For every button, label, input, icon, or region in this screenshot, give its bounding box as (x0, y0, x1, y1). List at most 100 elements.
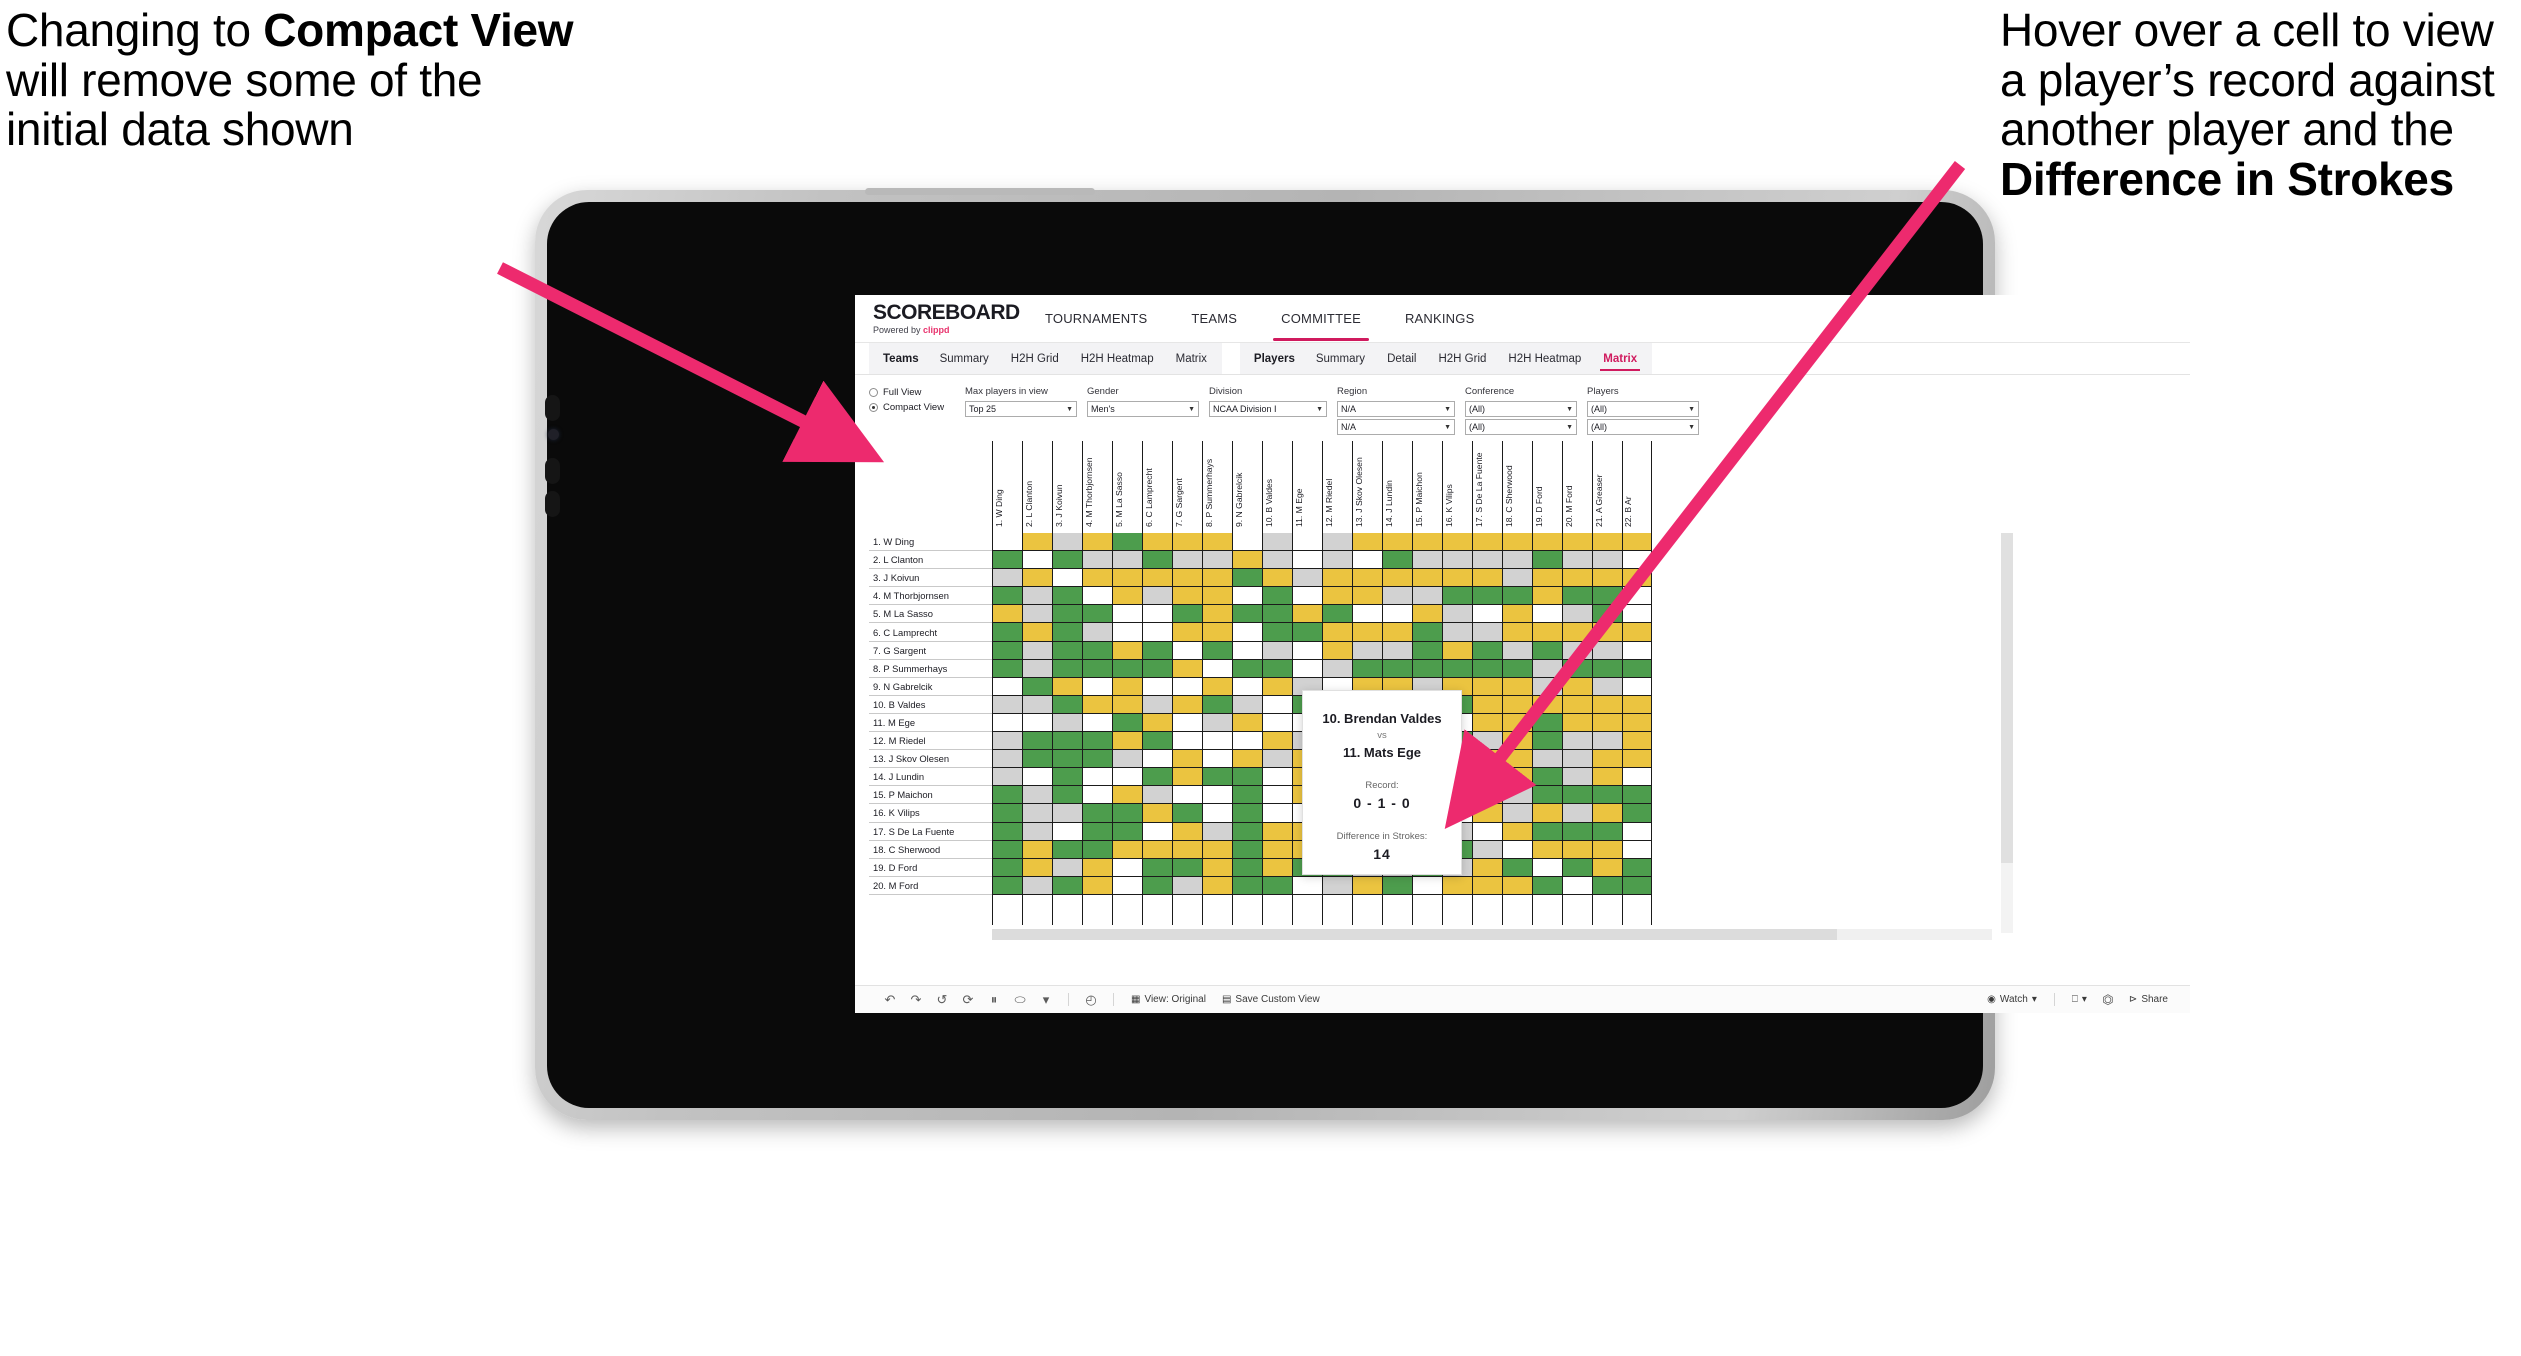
matrix-cell[interactable] (1622, 695, 1652, 714)
matrix-cell[interactable] (1532, 822, 1562, 841)
matrix-cell[interactable] (1022, 587, 1052, 606)
matrix-cell[interactable] (1292, 659, 1322, 678)
matrix-cell[interactable] (1232, 804, 1262, 823)
matrix-cell[interactable] (1472, 569, 1502, 588)
matrix-cell[interactable] (1172, 840, 1202, 859)
matrix-cell[interactable] (1172, 623, 1202, 642)
matrix-cell[interactable] (1022, 605, 1052, 624)
matrix-row-label[interactable]: 8. P Summerhays (869, 659, 992, 678)
matrix-cell[interactable] (1202, 659, 1232, 678)
matrix-cell[interactable] (1112, 804, 1142, 823)
matrix-cell[interactable] (1382, 876, 1412, 895)
matrix-cell[interactable] (1232, 605, 1262, 624)
matrix-cell[interactable] (1562, 569, 1592, 588)
matrix-cell[interactable] (992, 623, 1022, 642)
watch-button[interactable]: ◉ Watch ▾ (1979, 994, 2045, 1005)
matrix-cell[interactable] (1232, 732, 1262, 751)
matrix-cell[interactable] (1562, 551, 1592, 570)
matrix-cell[interactable] (1142, 804, 1172, 823)
matrix-horizontal-scrollbar[interactable] (992, 928, 1992, 940)
matrix-cell[interactable] (1262, 623, 1292, 642)
matrix-cell[interactable] (992, 551, 1022, 570)
matrix-cell[interactable] (1592, 641, 1622, 660)
matrix-cell[interactable] (1262, 822, 1292, 841)
matrix-cell[interactable] (1142, 551, 1172, 570)
matrix-cell[interactable] (1022, 551, 1052, 570)
filter-select[interactable]: (All) ▼ (1587, 401, 1699, 417)
matrix-cell[interactable] (1022, 768, 1052, 787)
matrix-cell[interactable] (1442, 605, 1472, 624)
matrix-cell[interactable] (1562, 659, 1592, 678)
matrix-cell[interactable] (1232, 858, 1262, 877)
matrix-cell[interactable] (1172, 804, 1202, 823)
matrix-cell[interactable] (1232, 822, 1262, 841)
matrix-cell[interactable] (992, 605, 1022, 624)
matrix-cell[interactable] (1352, 659, 1382, 678)
matrix-cell[interactable] (1172, 876, 1202, 895)
matrix-cell[interactable] (1202, 786, 1232, 805)
matrix-cell[interactable] (992, 786, 1022, 805)
matrix-cell[interactable] (1472, 605, 1502, 624)
matrix-cell[interactable] (1622, 605, 1652, 624)
matrix-cell[interactable] (1532, 695, 1562, 714)
matrix-cell[interactable] (1622, 551, 1652, 570)
matrix-cell[interactable] (1172, 822, 1202, 841)
matrix-cell[interactable] (1052, 533, 1082, 552)
matrix-col-header[interactable]: 3. J Koivun (1052, 441, 1082, 533)
matrix-cell[interactable] (1142, 858, 1172, 877)
matrix-cell[interactable] (1502, 858, 1532, 877)
matrix-cell[interactable] (1502, 569, 1532, 588)
matrix-cell[interactable] (1412, 569, 1442, 588)
matrix-cell[interactable] (992, 768, 1022, 787)
matrix-cell[interactable] (1202, 623, 1232, 642)
matrix-cell[interactable] (1082, 840, 1112, 859)
matrix-col-header[interactable]: 12. M Riedel (1322, 441, 1352, 533)
matrix-cell[interactable] (1172, 858, 1202, 877)
players-tab-h2h-heatmap[interactable]: H2H Heatmap (1497, 343, 1592, 375)
matrix-cell[interactable] (1082, 569, 1112, 588)
matrix-cell[interactable] (1232, 768, 1262, 787)
matrix-cell[interactable] (1352, 551, 1382, 570)
matrix-cell[interactable] (1532, 641, 1562, 660)
matrix-cell[interactable] (1562, 822, 1592, 841)
matrix-cell[interactable] (1202, 713, 1232, 733)
radio-compact-view[interactable]: Compact View (869, 402, 965, 413)
matrix-cell[interactable] (1292, 569, 1322, 588)
matrix-cell[interactable] (992, 713, 1022, 733)
teams-tab-matrix[interactable]: Matrix (1165, 343, 1218, 375)
matrix-cell[interactable] (1412, 533, 1442, 552)
matrix-cell[interactable] (1412, 876, 1442, 895)
matrix-cell[interactable] (1172, 677, 1202, 696)
matrix-col-header[interactable]: 14. J Lundin (1382, 441, 1412, 533)
matrix-cell[interactable] (1622, 876, 1652, 895)
matrix-cell[interactable] (1052, 659, 1082, 678)
matrix-cell[interactable] (992, 659, 1022, 678)
matrix-cell[interactable] (1322, 551, 1352, 570)
matrix-cell[interactable] (1562, 713, 1592, 733)
matrix-cell[interactable] (1142, 533, 1172, 552)
matrix-cell[interactable] (1202, 569, 1232, 588)
matrix-cell[interactable] (1442, 551, 1472, 570)
matrix-cell[interactable] (1532, 587, 1562, 606)
matrix-cell[interactable] (1532, 840, 1562, 859)
matrix-cell[interactable] (1352, 623, 1382, 642)
matrix-cell[interactable] (1202, 804, 1232, 823)
matrix-cell[interactable] (1292, 641, 1322, 660)
matrix-cell[interactable] (1502, 587, 1532, 606)
matrix-cell[interactable] (1622, 677, 1652, 696)
matrix-cell[interactable] (1262, 569, 1292, 588)
matrix-cell[interactable] (1532, 569, 1562, 588)
matrix-cell[interactable] (1052, 768, 1082, 787)
matrix-cell[interactable] (1202, 750, 1232, 769)
matrix-row-label[interactable]: 11. M Ege (869, 713, 992, 733)
matrix-cell[interactable] (1052, 695, 1082, 714)
matrix-cell[interactable] (1082, 551, 1112, 570)
matrix-cell[interactable] (1562, 804, 1592, 823)
matrix-cell[interactable] (1262, 768, 1292, 787)
matrix-cell[interactable] (1592, 768, 1622, 787)
matrix-cell[interactable] (1232, 786, 1262, 805)
matrix-cell[interactable] (1562, 641, 1592, 660)
matrix-cell[interactable] (1592, 587, 1622, 606)
matrix-cell[interactable] (1442, 569, 1472, 588)
matrix-cell[interactable] (1592, 804, 1622, 823)
